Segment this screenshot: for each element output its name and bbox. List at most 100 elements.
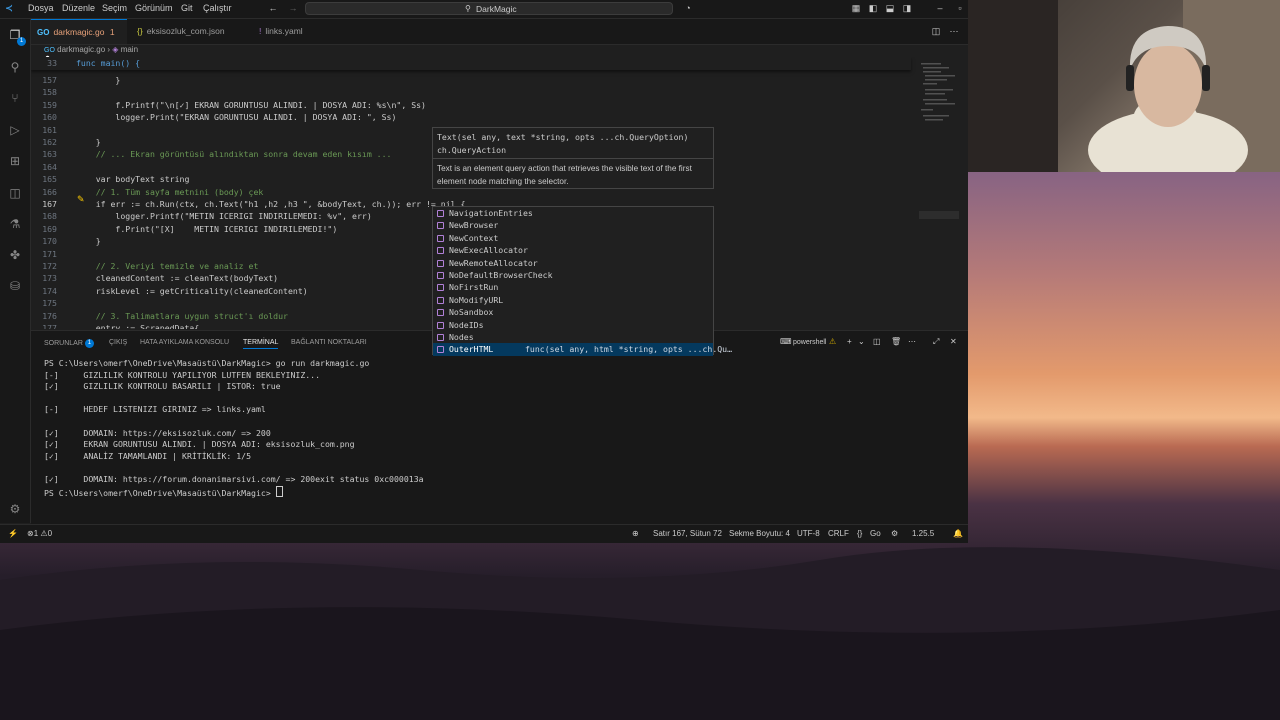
- tab-darkmagic-go[interactable]: GOdarkmagic.go 1 ●: [31, 19, 127, 62]
- code-line[interactable]: 158: [31, 86, 911, 98]
- suggestion-item[interactable]: NoDefaultBrowserCheck: [433, 269, 713, 281]
- indentation[interactable]: Sekme Boyutu: 4: [729, 529, 790, 538]
- split-terminal-icon[interactable]: ◫: [873, 337, 881, 346]
- cursor-position[interactable]: Satır 167, Sütun 72: [653, 529, 722, 538]
- encoding[interactable]: UTF-8: [797, 529, 820, 538]
- notifications-bell-icon[interactable]: 🔔: [953, 529, 963, 538]
- end-of-line[interactable]: CRLF: [828, 529, 849, 538]
- problems-status[interactable]: ⊗1 ⚠0: [27, 529, 52, 538]
- more-actions-icon[interactable]: ⋯: [908, 337, 916, 346]
- code-line[interactable]: 157 }: [31, 74, 911, 86]
- toggle-panel-icon[interactable]: ⬓: [885, 3, 895, 13]
- code-text: cleanedContent := cleanText(bodyText): [76, 273, 279, 284]
- new-terminal-icon[interactable]: +: [847, 337, 852, 346]
- menu-selection[interactable]: Seçim: [102, 3, 127, 13]
- menu-file[interactable]: Dosya: [28, 3, 54, 13]
- tab-links-yaml[interactable]: ! links.yaml: [253, 19, 343, 44]
- code-line[interactable]: 159 f.Printf("\n[✓] EKRAN GORUNTUSU ALIN…: [31, 99, 911, 111]
- search-icon[interactable]: ⚲: [7, 59, 23, 75]
- suggestion-item[interactable]: NewRemoteAllocator: [433, 257, 713, 269]
- suggestion-item[interactable]: NewExecAllocator: [433, 244, 713, 256]
- code-text: var bodyText string: [76, 174, 190, 185]
- command-center-search[interactable]: ⚲ DarkMagic: [305, 2, 673, 15]
- tab-eksisozluk-json[interactable]: {} eksisozluk_com.json: [131, 19, 251, 44]
- webcam-overlay: [968, 0, 1280, 172]
- split-editor-icon[interactable]: ◫: [931, 26, 941, 36]
- database-icon[interactable]: ⛁: [7, 278, 23, 294]
- tab-terminal[interactable]: TERMİNAL: [243, 339, 279, 349]
- suggestion-item[interactable]: NodeIDs: [433, 319, 713, 331]
- status-bar: ⚡ ⊗1 ⚠0 ⊕ Satır 167, Sütun 72 Sekme Boyu…: [0, 524, 968, 543]
- suggestion-item[interactable]: OuterHTML func(sel any, html *string, opt…: [433, 343, 732, 356]
- tab-ports[interactable]: BAĞLANTI NOKTALARI: [291, 339, 367, 346]
- settings-gear-icon[interactable]: ⚙: [7, 501, 23, 517]
- function-symbol-icon: ◈: [112, 45, 119, 54]
- close-panel-icon[interactable]: ✕: [950, 337, 957, 346]
- suggestion-label: NewContext: [449, 232, 499, 243]
- breadcrumb-symbol[interactable]: main: [121, 45, 138, 54]
- line-number: 173: [42, 273, 57, 284]
- terminal-dropdown-icon[interactable]: ⌄: [858, 337, 865, 346]
- wallpaper-hills: [0, 547, 1280, 720]
- maximize-panel-icon[interactable]: ⤢: [933, 337, 939, 347]
- hover-tooltip: Text(sel any, text *string, opts ...ch.Q…: [432, 127, 714, 189]
- extensions-icon[interactable]: ⊞: [7, 153, 23, 169]
- remote-indicator-icon[interactable]: ⚡: [8, 529, 18, 538]
- terminal-output[interactable]: PS C:\Users\omerf\OneDrive\Masaüstü\Dark…: [44, 358, 424, 498]
- line-number: 169: [42, 223, 57, 234]
- zoom-icon[interactable]: ⊕: [632, 529, 639, 538]
- trash-icon[interactable]: 🗑: [891, 337, 901, 346]
- language-mode[interactable]: Go: [870, 529, 881, 538]
- suggestion-label: NewExecAllocator: [449, 245, 528, 256]
- tab-debug-console[interactable]: HATA AYIKLAMA KONSOLU: [140, 339, 229, 346]
- suggestion-item[interactable]: NewBrowser: [433, 219, 713, 231]
- sticky-scroll-header[interactable]: 33 func main() {: [31, 57, 911, 70]
- line-number: 165: [42, 174, 57, 185]
- menu-run[interactable]: Çalıştır: [203, 3, 232, 13]
- vscode-logo-icon: ≺: [5, 3, 13, 13]
- lightbulb-icon[interactable]: ✎: [77, 194, 85, 205]
- layout-icon[interactable]: ▦: [851, 3, 861, 13]
- menu-view[interactable]: Görünüm: [135, 3, 173, 13]
- suggestion-item[interactable]: NavigationEntries: [433, 207, 713, 219]
- line-number: 33: [47, 58, 57, 68]
- suggestion-item[interactable]: NoModifyURL: [433, 294, 713, 306]
- suggestion-label: NoModifyURL: [449, 294, 504, 305]
- minimap[interactable]: [919, 59, 959, 319]
- minimize-icon[interactable]: –: [935, 3, 945, 13]
- suggestion-item[interactable]: NewContext: [433, 232, 713, 244]
- method-cube-icon: [437, 321, 444, 329]
- suggestion-item[interactable]: Nodes: [433, 331, 713, 343]
- tab-problems[interactable]: SORUNLAR 1: [44, 339, 94, 348]
- more-actions-icon[interactable]: ⋯: [949, 26, 959, 36]
- forward-arrow-icon[interactable]: →: [288, 3, 298, 13]
- breadcrumb-file[interactable]: darkmagic.go: [57, 45, 105, 54]
- menu-go[interactable]: Git: [181, 3, 193, 13]
- suggestion-widget[interactable]: NavigationEntries NewBrowser NewContext New…: [432, 206, 732, 356]
- source-control-icon[interactable]: ⑂: [7, 90, 23, 106]
- method-cube-icon: [437, 210, 444, 217]
- back-arrow-icon[interactable]: ←: [268, 3, 278, 13]
- go-version[interactable]: 1.25.5: [912, 529, 934, 538]
- go-settings-icon[interactable]: ⚙: [891, 529, 898, 538]
- suggestion-item[interactable]: NoSandbox: [433, 306, 713, 318]
- python-icon[interactable]: ✤: [7, 247, 23, 263]
- remote-explorer-icon[interactable]: ◫: [7, 185, 23, 201]
- toggle-secondary-sidebar-icon[interactable]: ◨: [902, 3, 912, 13]
- menu-edit[interactable]: Düzenle: [62, 3, 95, 13]
- code-line[interactable]: 160 logger.Print("EKRAN GORUNTUSU ALINDI…: [31, 111, 911, 123]
- line-number: 170: [42, 236, 57, 247]
- testing-icon[interactable]: ⚗: [7, 216, 23, 232]
- tab-output[interactable]: ÇIKIŞ: [109, 339, 127, 346]
- maximize-icon[interactable]: ▫: [955, 3, 965, 13]
- suggestion-label: NoFirstRun: [449, 282, 499, 293]
- suggestion-item[interactable]: NoFirstRun: [433, 281, 713, 293]
- line-number: 166: [42, 186, 57, 197]
- toggle-sidebar-icon[interactable]: ◧: [868, 3, 878, 13]
- warning-count: 0: [47, 529, 53, 538]
- copilot-chat-icon[interactable]: ◔: [683, 3, 693, 13]
- tab-problem-count: 1: [109, 27, 115, 37]
- terminal-shell-name[interactable]: powershell: [793, 339, 826, 346]
- run-debug-icon[interactable]: ▷: [7, 122, 23, 138]
